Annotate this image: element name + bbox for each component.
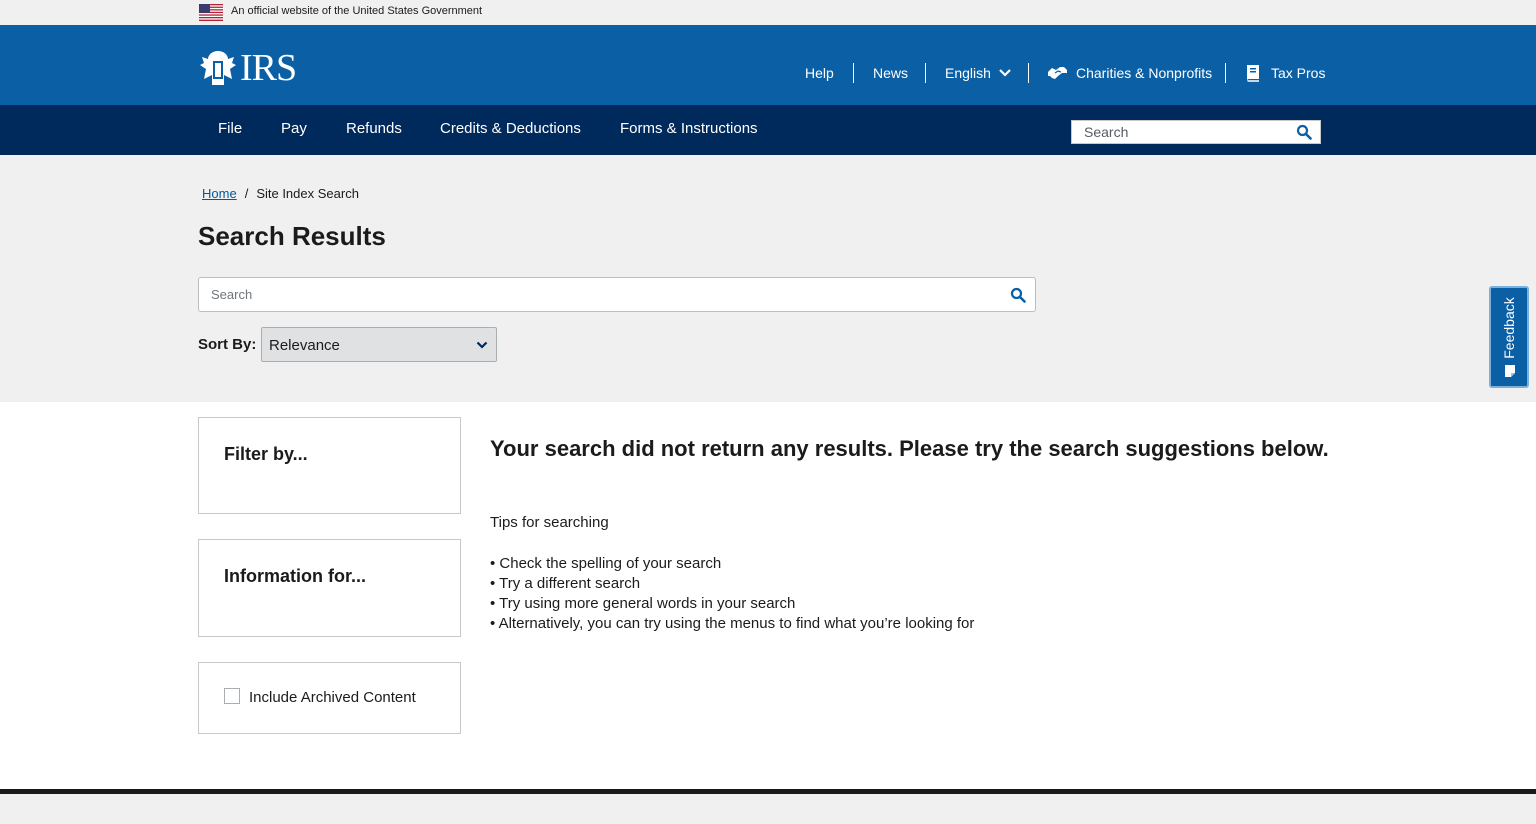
information-for-panel: Information for...: [198, 539, 461, 637]
sort-label: Sort By:: [198, 336, 257, 353]
footer: [0, 794, 1536, 824]
breadcrumb-separator: /: [244, 186, 249, 201]
sort-select-value: Relevance: [269, 337, 340, 354]
site-search-input[interactable]: [199, 278, 989, 311]
irs-logo[interactable]: IRS: [198, 49, 302, 87]
nav-refunds[interactable]: Refunds: [346, 120, 402, 137]
list-item: • Try using more general words in your s…: [490, 595, 796, 612]
official-banner-text: An official website of the United States…: [231, 5, 483, 17]
eagle-icon: [200, 51, 236, 85]
tips-title: Tips for searching: [490, 514, 609, 531]
search-header-section: Home / Site Index Search Search Results So…: [0, 155, 1536, 402]
page-title: Search Results: [198, 221, 386, 251]
include-archived-checkbox[interactable]: [224, 688, 240, 704]
list-item: • Alternatively, you can try using the m…: [490, 615, 975, 632]
language-label: English: [945, 65, 991, 81]
filter-title: Filter by...: [224, 444, 308, 464]
filter-panel: Filter by...: [198, 417, 461, 514]
charities-link[interactable]: Charities & Nonprofits: [1047, 63, 1212, 83]
official-banner: An official website of the United States…: [0, 0, 1536, 25]
help-link-label: Help: [805, 65, 834, 81]
tax-pros-link[interactable]: Tax Pros: [1245, 63, 1325, 83]
divider: [853, 63, 854, 83]
language-dropdown[interactable]: English: [945, 63, 1011, 83]
archive-panel: Include Archived Content: [198, 662, 461, 734]
tips-list: • Check the spelling of your search • Tr…: [490, 554, 974, 634]
information-for-title: Information for...: [224, 566, 366, 586]
tax-pros-link-label: Tax Pros: [1271, 65, 1326, 81]
header-search: [1071, 120, 1321, 144]
divider: [1225, 63, 1226, 83]
chevron-down-icon: [476, 341, 488, 349]
feedback-tab[interactable]: Feedback: [1489, 286, 1529, 388]
sort-select[interactable]: Relevance: [261, 327, 497, 362]
feedback-icon: [1505, 365, 1515, 377]
charities-link-label: Charities & Nonprofits: [1076, 65, 1213, 81]
main-navigation: File Pay Refunds Credits & Deductions Fo…: [0, 105, 1536, 155]
header-search-input[interactable]: [1072, 121, 1292, 143]
site-header: IRS Help News English Charities & Nonpro…: [0, 25, 1536, 105]
news-link[interactable]: News: [873, 63, 908, 83]
search-icon[interactable]: [1010, 287, 1026, 303]
chevron-down-icon: [999, 69, 1011, 77]
include-archived-label[interactable]: Include Archived Content: [249, 689, 416, 706]
breadcrumb-current: Site Index Search: [256, 186, 359, 201]
nav-credits-deductions[interactable]: Credits & Deductions: [440, 120, 581, 137]
no-results-message: Your search did not return any results. …: [490, 436, 1329, 461]
breadcrumb-home-link[interactable]: Home: [202, 186, 237, 201]
list-item: • Check the spelling of your search: [490, 555, 722, 572]
breadcrumb: Home / Site Index Search: [202, 186, 359, 201]
handshake-icon: [1048, 67, 1067, 79]
search-icon[interactable]: [1296, 124, 1312, 140]
site-search: [198, 277, 1036, 312]
divider: [925, 63, 926, 83]
nav-forms-instructions[interactable]: Forms & Instructions: [620, 120, 758, 137]
nav-pay[interactable]: Pay: [281, 120, 307, 137]
news-link-label: News: [873, 65, 909, 81]
list-item: • Try a different search: [490, 575, 641, 592]
feedback-label: Feedback: [1501, 297, 1517, 359]
nav-file[interactable]: File: [218, 120, 242, 137]
help-link[interactable]: Help: [805, 63, 834, 83]
us-flag-icon: [199, 4, 223, 21]
divider: [1028, 63, 1029, 83]
book-icon: [1247, 65, 1259, 82]
logo-text: IRS: [240, 47, 297, 89]
